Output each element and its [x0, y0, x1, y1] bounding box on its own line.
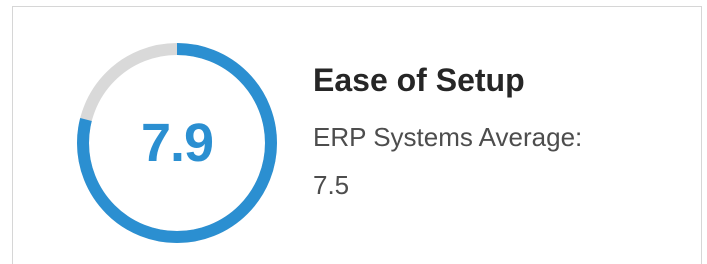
average-label: ERP Systems Average: — [313, 122, 583, 152]
score-gauge: 7.9 — [71, 37, 283, 249]
metric-title: Ease of Setup — [313, 62, 525, 98]
ease-of-setup-card: 7.9 Ease of Setup ERP Systems Average: 7… — [12, 6, 702, 264]
metric-text: Ease of Setup ERP Systems Average: 7.5 — [313, 55, 693, 209]
average-value: 7.5 — [313, 170, 350, 200]
score-value: 7.9 — [140, 113, 214, 173]
